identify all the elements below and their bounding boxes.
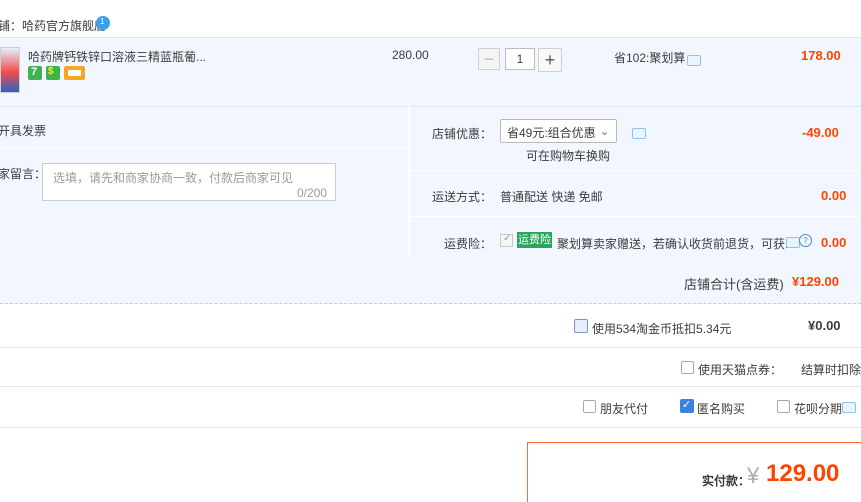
options-separator bbox=[410, 216, 861, 217]
row-separator bbox=[0, 427, 861, 428]
payment-label: 实付款： bbox=[702, 474, 751, 488]
store-name-link[interactable]: 铺：哈药官方旗舰店 bbox=[0, 17, 106, 34]
tmall-points-note: 结算时扣除 bbox=[801, 363, 861, 377]
shop-discount-label: 店铺优惠： bbox=[432, 127, 493, 141]
shipping-label: 运送方式： bbox=[432, 190, 493, 204]
options-separator bbox=[410, 170, 861, 171]
insurance-description: 聚划算卖家赠送，若确认收货前退货，可获... bbox=[557, 237, 796, 251]
payment-amount: 129.00 bbox=[766, 460, 840, 487]
taobao-coin-label: 使用534淘金币抵扣5.34元 bbox=[592, 322, 732, 336]
comment-icon[interactable] bbox=[842, 402, 856, 413]
unit-price: 280.00 bbox=[392, 48, 429, 62]
quantity-decrease-button[interactable]: − bbox=[478, 48, 500, 70]
tmall-points-checkbox[interactable] bbox=[681, 361, 694, 374]
shop-discount-selected: 省49元:组合优惠 bbox=[507, 126, 596, 140]
shop-total-label: 店铺合计(含运费) bbox=[684, 277, 784, 292]
anonymous-purchase-label: 匿名购买 bbox=[697, 402, 746, 416]
huabei-installment-checkbox[interactable] bbox=[777, 400, 790, 413]
shipping-method: 普通配送 快递 免邮 bbox=[500, 190, 603, 204]
friend-pay-label: 朋友代付 bbox=[600, 402, 649, 416]
check-icon: ✓ bbox=[503, 233, 512, 244]
friend-pay-checkbox[interactable] bbox=[583, 400, 596, 413]
message-char-count: 0/200 bbox=[297, 186, 328, 200]
product-title-link[interactable]: 哈药牌钙铁锌口溶液三精蓝瓶葡... bbox=[28, 48, 206, 65]
seven-day-return-icon[interactable]: 7 bbox=[28, 66, 42, 80]
message-label: 家留言： bbox=[0, 167, 47, 181]
check-icon: ✓ bbox=[682, 399, 692, 411]
tmall-points-label: 使用天猫点券： bbox=[698, 363, 783, 377]
credit-card-icon[interactable] bbox=[64, 66, 85, 80]
quantity-increase-button[interactable]: + bbox=[538, 48, 562, 72]
row-separator bbox=[0, 347, 861, 348]
comment-icon[interactable] bbox=[687, 55, 701, 66]
chat-badge: 1 bbox=[100, 17, 105, 26]
badge-label: $ bbox=[48, 66, 54, 77]
item-promotion: 省102:聚划算 bbox=[614, 51, 686, 65]
options-separator bbox=[0, 148, 408, 149]
invoice-option[interactable]: 开具发票 bbox=[0, 122, 46, 139]
item-subtotal: 178.00 bbox=[801, 48, 841, 63]
message-placeholder: 选填，请先和商家协商一致，付款后商家可见 bbox=[53, 171, 294, 185]
store-header bbox=[0, 0, 861, 36]
anonymous-purchase-checkbox[interactable]: ✓ bbox=[680, 399, 694, 413]
options-divider bbox=[408, 106, 410, 258]
chevron-down-icon: ⌄ bbox=[600, 126, 610, 138]
help-icon[interactable]: ? bbox=[799, 234, 812, 247]
quantity-input[interactable]: 1 bbox=[505, 48, 535, 70]
insurance-badge: 运费险 bbox=[517, 232, 552, 248]
wangwang-chat-icon[interactable]: 1 bbox=[96, 16, 110, 30]
shop-total-amount: ¥129.00 bbox=[792, 274, 839, 289]
taobao-coin-amount: ¥0.00 bbox=[808, 318, 841, 333]
discount-note: 可在购物车换购 bbox=[526, 149, 611, 163]
product-thumbnail[interactable] bbox=[0, 47, 20, 93]
badge-label: 7 bbox=[31, 66, 38, 78]
insurance-label: 运费险： bbox=[444, 237, 493, 251]
payment-currency: ¥ bbox=[747, 463, 760, 488]
insurance-checkbox: ✓ bbox=[500, 233, 513, 247]
guarantee-icon[interactable]: $ bbox=[46, 66, 60, 80]
insurance-amount: 0.00 bbox=[821, 235, 847, 250]
comment-icon[interactable] bbox=[786, 237, 800, 248]
shipping-amount: 0.00 bbox=[821, 188, 847, 203]
card-stripe bbox=[68, 70, 81, 76]
huabei-installment-label: 花呗分期 bbox=[794, 402, 843, 416]
comment-icon[interactable] bbox=[632, 128, 646, 139]
discount-amount: -49.00 bbox=[802, 125, 839, 140]
row-separator bbox=[0, 386, 861, 387]
taobao-coin-checkbox[interactable] bbox=[574, 319, 588, 333]
